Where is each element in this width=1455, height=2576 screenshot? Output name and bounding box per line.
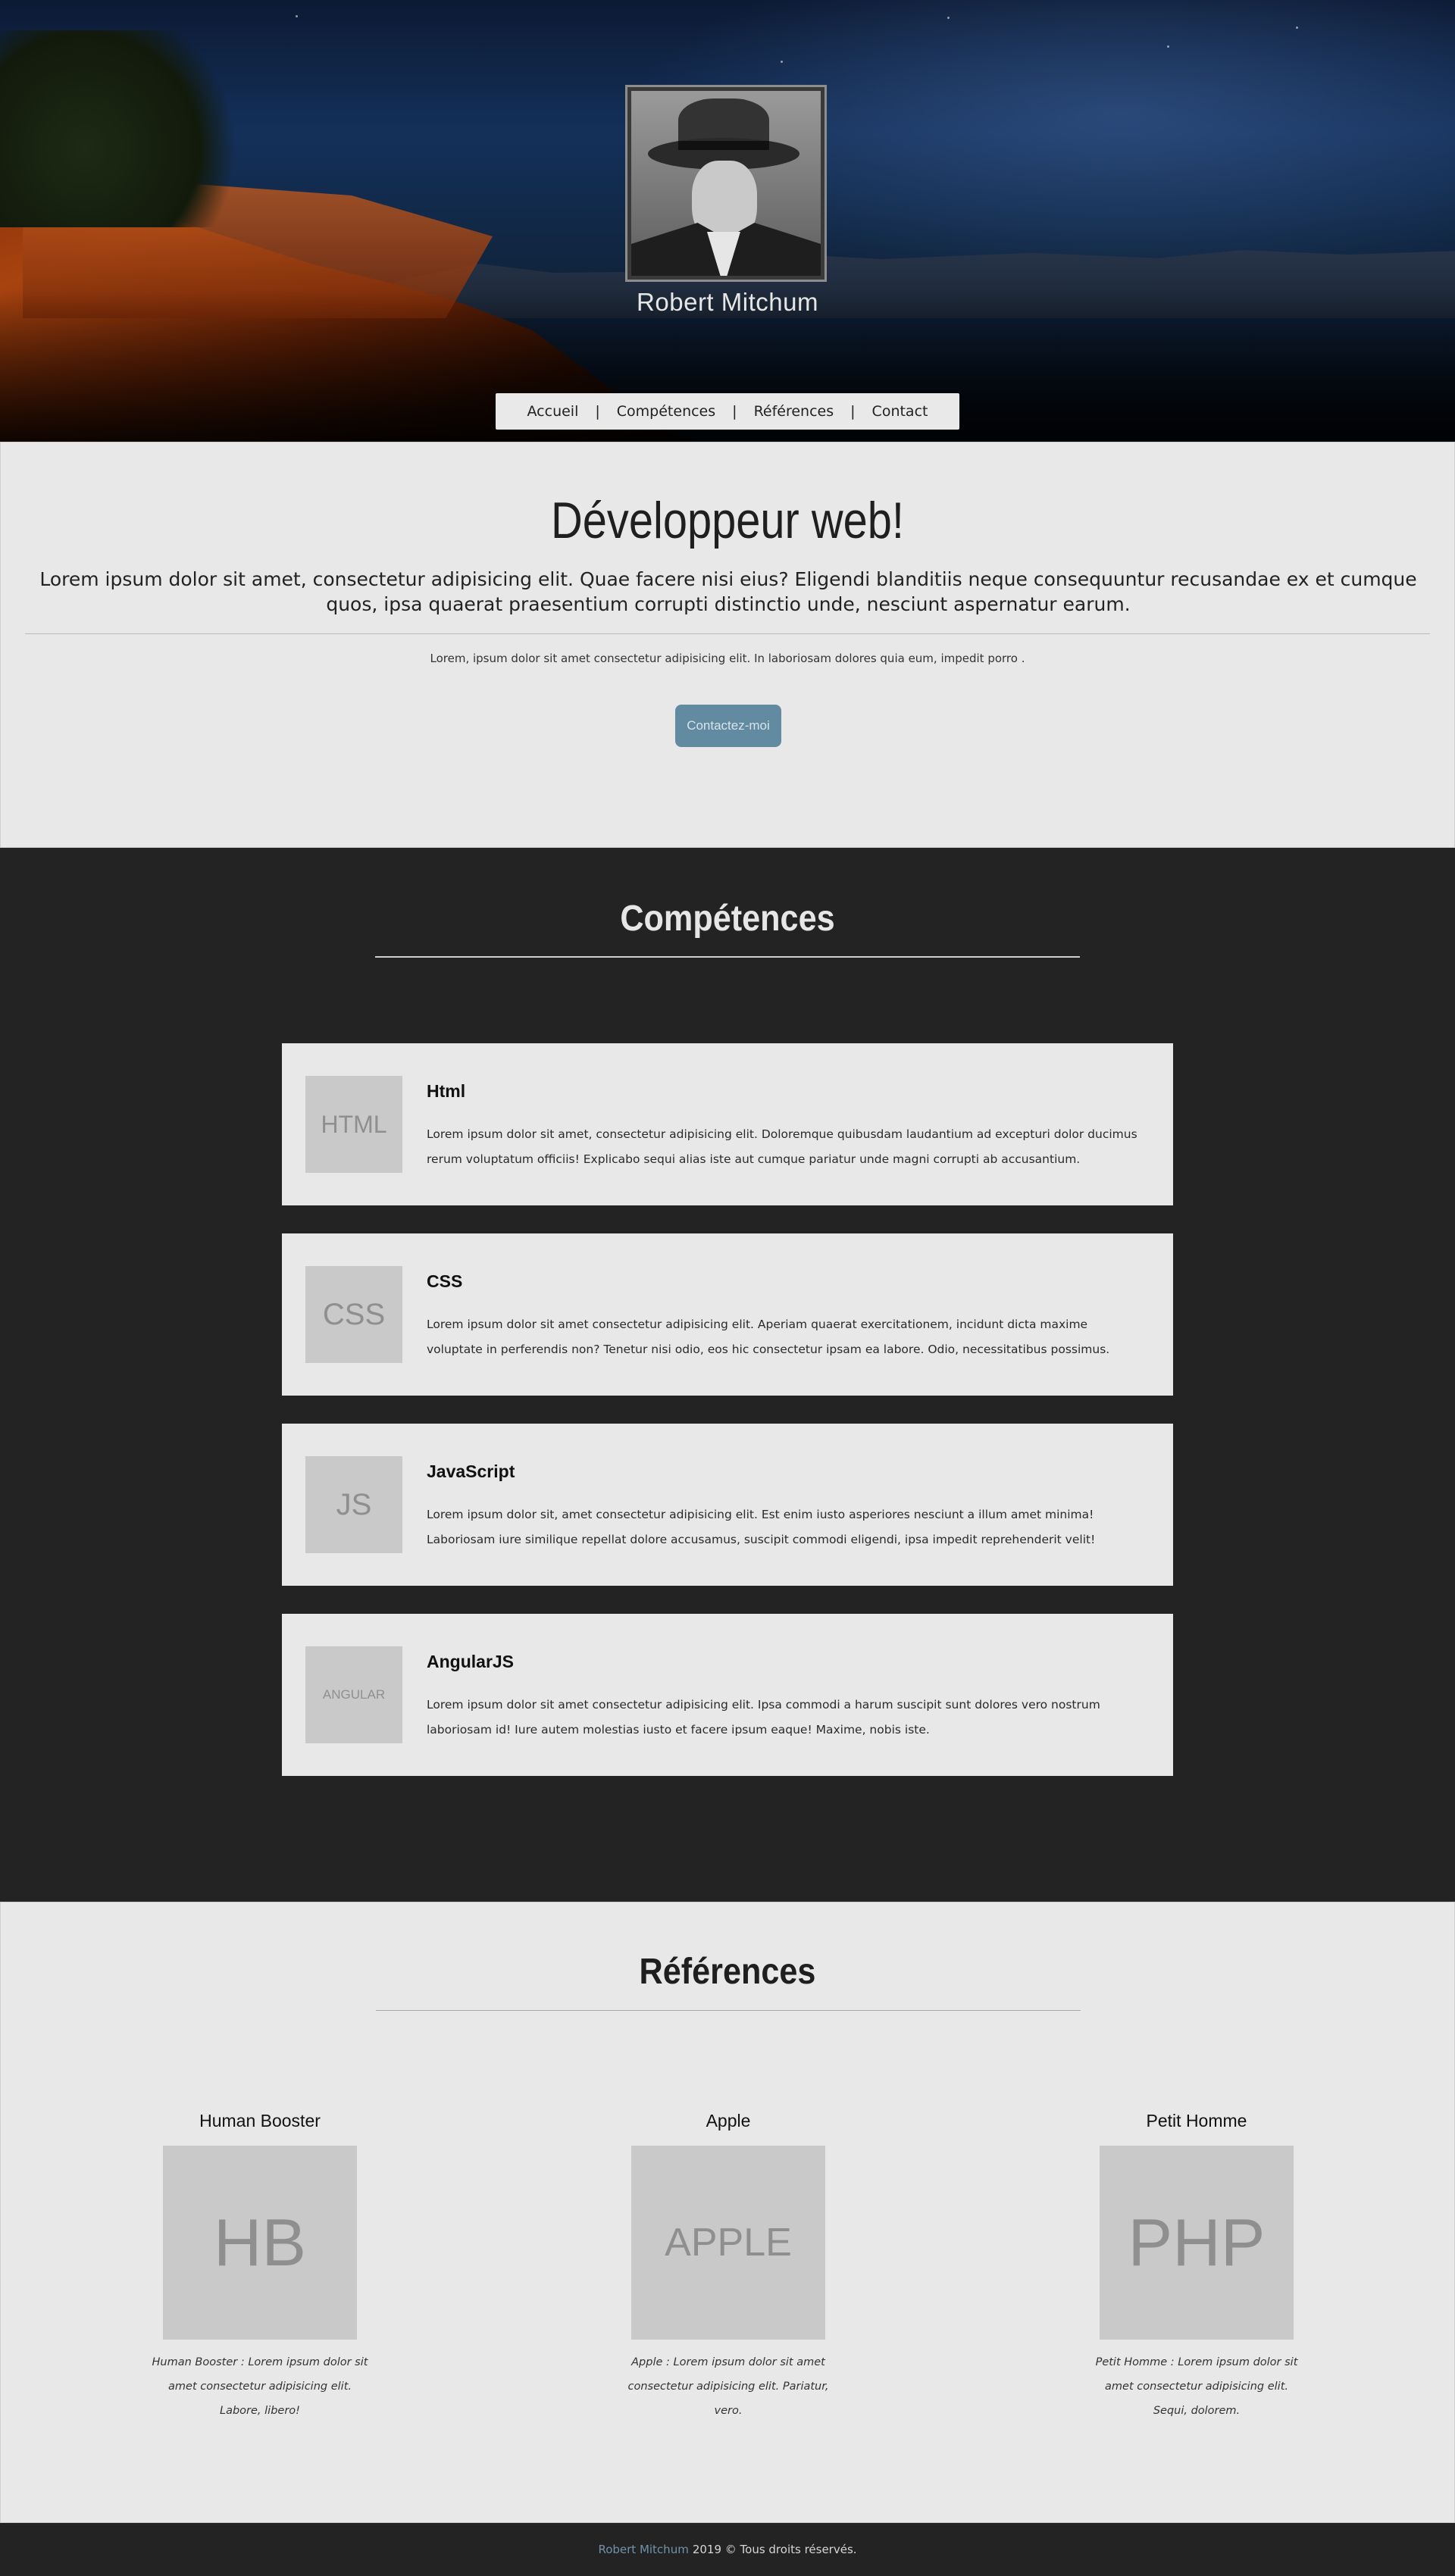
- skill-description: Lorem ipsum dolor sit amet, consectetur …: [427, 1127, 1137, 1166]
- nav-link-competences[interactable]: Compétences: [600, 403, 732, 420]
- star: [947, 17, 950, 19]
- references-title-rule: [376, 2010, 1081, 2011]
- reference-item: Human Booster HB Human Booster : Lorem i…: [108, 2111, 411, 2423]
- skill-description: Lorem ipsum dolor sit amet consectetur a…: [427, 1318, 1110, 1356]
- intro-subtext: Lorem, ipsum dolor sit amet consectetur …: [430, 652, 1025, 665]
- intro-section: Développeur web! Lorem ipsum dolor sit a…: [0, 442, 1455, 848]
- reference-name: Petit Homme: [1146, 2111, 1247, 2131]
- skills-section: Compétences HTML Html Lorem ipsum dolor …: [0, 848, 1455, 1902]
- footer-name-link[interactable]: Robert Mitchum: [598, 2543, 688, 2556]
- footer-copyright: 2019 © Tous droits réservés.: [692, 2543, 857, 2556]
- hero-name: Robert Mitchum: [637, 288, 818, 316]
- skill-card: HTML Html Lorem ipsum dolor sit amet, co…: [282, 1043, 1173, 1205]
- skills-title-rule: [375, 956, 1080, 958]
- skill-card: CSS CSS Lorem ipsum dolor sit amet conse…: [282, 1233, 1173, 1396]
- footer: Robert Mitchum 2019 © Tous droits réserv…: [0, 2523, 1455, 2576]
- nav-link-references[interactable]: Références: [737, 403, 851, 420]
- reference-item: Petit Homme PHP Petit Homme : Lorem ipsu…: [1045, 2111, 1348, 2423]
- skill-name: CSS: [427, 1271, 463, 1291]
- skills-title: Compétences: [620, 899, 835, 939]
- reference-description: Human Booster : Lorem ipsum dolor sit am…: [152, 2356, 368, 2417]
- reference-item: Apple APPLE Apple : Lorem ipsum dolor si…: [577, 2111, 880, 2423]
- contact-button[interactable]: Contactez-moi: [675, 705, 781, 747]
- intro-lead: Lorem ipsum dolor sit amet, consectetur …: [39, 568, 1417, 615]
- skill-thumb: CSS: [305, 1266, 402, 1363]
- reference-thumb: HB: [163, 2146, 357, 2340]
- reference-description: Petit Homme : Lorem ipsum dolor sit amet…: [1095, 2356, 1298, 2417]
- nav-link-contact[interactable]: Contact: [856, 403, 945, 420]
- hero-banner: Robert Mitchum Accueil | Compétences | R…: [0, 0, 1455, 442]
- reference-thumb: APPLE: [631, 2146, 825, 2340]
- page-title: Développeur web!: [551, 492, 904, 549]
- star: [1296, 27, 1298, 29]
- hero-trees: [0, 30, 258, 227]
- hat-band-shape: [678, 141, 769, 150]
- star: [1167, 45, 1169, 48]
- references-section: Références Human Booster HB Human Booste…: [0, 1902, 1455, 2523]
- skill-description: Lorem ipsum dolor sit amet consectetur a…: [427, 1698, 1100, 1737]
- skill-thumb: HTML: [305, 1076, 402, 1173]
- divider: [25, 633, 1430, 634]
- skill-name: JavaScript: [427, 1462, 515, 1481]
- skill-card: ANGULAR AngularJS Lorem ipsum dolor sit …: [282, 1614, 1173, 1776]
- profile-photo-image: [631, 91, 821, 276]
- reference-thumb: PHP: [1100, 2146, 1294, 2340]
- star: [781, 61, 783, 63]
- star: [296, 15, 298, 17]
- reference-description: Apple : Lorem ipsum dolor sit amet conse…: [627, 2356, 829, 2417]
- reference-name: Human Booster: [199, 2111, 321, 2131]
- skill-thumb: JS: [305, 1456, 402, 1553]
- reference-name: Apple: [706, 2111, 751, 2131]
- skill-name: Html: [427, 1081, 466, 1101]
- skill-description: Lorem ipsum dolor sit, amet consectetur …: [427, 1508, 1096, 1546]
- skill-thumb: ANGULAR: [305, 1646, 402, 1743]
- profile-photo: [625, 85, 827, 282]
- main-nav: Accueil | Compétences | Références | Con…: [496, 393, 959, 430]
- nav-link-accueil[interactable]: Accueil: [511, 403, 596, 420]
- skill-name: AngularJS: [427, 1652, 515, 1671]
- skill-card: JS JavaScript Lorem ipsum dolor sit, ame…: [282, 1424, 1173, 1586]
- references-title: Références: [639, 1952, 816, 1992]
